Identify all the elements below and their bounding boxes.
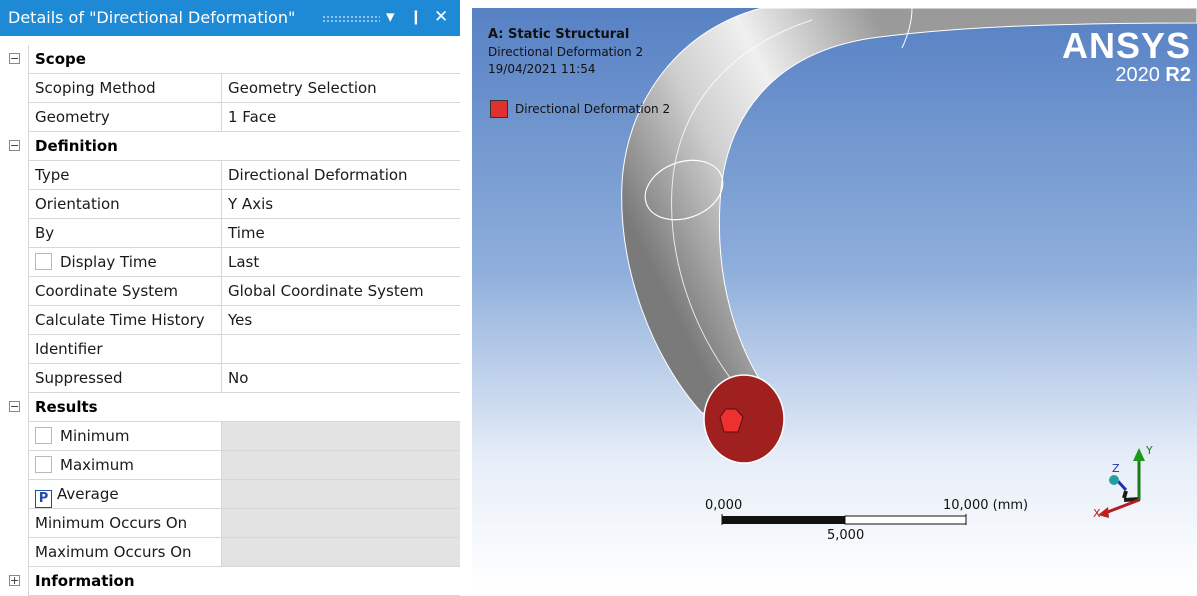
property-name: Suppressed: [29, 364, 222, 393]
property-row-coordinate-system[interactable]: Coordinate System Global Coordinate Syst…: [0, 277, 460, 306]
graphics-viewport[interactable]: A: Static Structural Directional Deforma…: [472, 8, 1197, 589]
face-marker-icon: [719, 408, 744, 433]
parameter-checkbox[interactable]: [35, 253, 52, 270]
property-name: Minimum Occurs On: [29, 509, 222, 538]
property-row-average[interactable]: P Average: [0, 480, 460, 509]
analysis-title: A: Static Structural: [488, 27, 630, 42]
parameter-checkbox[interactable]: [35, 427, 52, 444]
property-row-suppressed[interactable]: Suppressed No: [0, 364, 460, 393]
property-row-maximum-occurs-on[interactable]: Maximum Occurs On: [0, 538, 460, 567]
legend-swatch: [490, 100, 508, 118]
triad-z-label: Z: [1112, 462, 1120, 475]
coordinate-triad-icon[interactable]: [1098, 448, 1145, 518]
category-label: Scope: [29, 45, 460, 74]
ansys-logo: ANSYS 2020 R2: [1061, 25, 1191, 87]
details-panel: Details of "Directional Deformation" ▾ ❙…: [0, 0, 460, 596]
property-value[interactable]: Time: [222, 219, 460, 248]
collapse-icon[interactable]: −: [9, 401, 20, 412]
property-row-minimum[interactable]: Minimum: [0, 422, 460, 451]
model-view[interactable]: [472, 8, 1197, 589]
panel-drag-grip[interactable]: [322, 15, 380, 22]
scale-bar: [721, 514, 967, 525]
category-label: Definition: [29, 132, 460, 161]
property-name: Average: [57, 485, 119, 503]
triad-x-label: X: [1093, 507, 1101, 520]
property-row-scoping-method[interactable]: Scoping Method Geometry Selection: [0, 74, 460, 103]
triad-y-label: Y: [1146, 444, 1153, 457]
property-value: [222, 538, 460, 567]
property-row-orientation[interactable]: Orientation Y Axis: [0, 190, 460, 219]
property-value[interactable]: No: [222, 364, 460, 393]
property-row-type[interactable]: Type Directional Deformation: [0, 161, 460, 190]
property-row-display-time[interactable]: Display Time Last: [0, 248, 460, 277]
property-value: [222, 451, 460, 480]
property-name: Type: [29, 161, 222, 190]
version-year: 2020: [1115, 64, 1160, 86]
scale-label-mid: 5,000: [827, 528, 865, 543]
property-value[interactable]: Directional Deformation: [222, 161, 460, 190]
property-name: Orientation: [29, 190, 222, 219]
parameter-checkbox[interactable]: [35, 456, 52, 473]
property-row-by[interactable]: By Time: [0, 219, 460, 248]
property-value[interactable]: Global Coordinate System: [222, 277, 460, 306]
property-value[interactable]: Geometry Selection: [222, 74, 460, 103]
expand-icon[interactable]: +: [9, 575, 20, 586]
legend-label: Directional Deformation 2: [515, 102, 671, 116]
property-row-maximum[interactable]: Maximum: [0, 451, 460, 480]
property-row-calculate-time-history[interactable]: Calculate Time History Yes: [0, 306, 460, 335]
timestamp: 19/04/2021 11:54: [488, 62, 596, 76]
category-label: Information: [29, 567, 460, 596]
property-value[interactable]: Yes: [222, 306, 460, 335]
category-scope[interactable]: − Scope: [0, 45, 460, 74]
version-release: R2: [1165, 64, 1191, 86]
property-name: Minimum: [60, 427, 130, 445]
panel-title: Details of "Directional Deformation": [8, 8, 296, 27]
panel-titlebar[interactable]: Details of "Directional Deformation" ▾ ❙…: [0, 0, 460, 36]
property-name: Scoping Method: [29, 74, 222, 103]
close-icon[interactable]: ✕: [434, 6, 448, 28]
collapse-icon[interactable]: −: [9, 140, 20, 151]
property-row-identifier[interactable]: Identifier: [0, 335, 460, 364]
property-row-geometry[interactable]: Geometry 1 Face: [0, 103, 460, 132]
scale-label-start: 0,000: [705, 498, 743, 513]
brand-wordmark: ANSYS: [1061, 25, 1191, 66]
property-name: Geometry: [29, 103, 222, 132]
category-label: Results: [29, 393, 460, 422]
dropdown-arrow-icon[interactable]: ▾: [386, 6, 395, 28]
category-information[interactable]: + Information: [0, 567, 460, 596]
parameter-p-icon[interactable]: P: [35, 490, 52, 508]
property-value[interactable]: 1 Face: [222, 103, 460, 132]
property-name: By: [29, 219, 222, 248]
property-name: Identifier: [29, 335, 222, 364]
property-value: [222, 422, 460, 451]
property-name: Maximum: [60, 456, 134, 474]
scale-label-end: 10,000 (mm): [943, 498, 1029, 513]
category-results[interactable]: − Results: [0, 393, 460, 422]
property-name: Display Time: [60, 253, 157, 271]
selected-face[interactable]: [703, 374, 785, 464]
property-name: Maximum Occurs On: [29, 538, 222, 567]
property-value: [222, 509, 460, 538]
property-name: Coordinate System: [29, 277, 222, 306]
property-value[interactable]: Last: [222, 248, 460, 277]
property-value: [222, 480, 460, 509]
version-label: 2020 R2: [1062, 64, 1191, 86]
category-definition[interactable]: − Definition: [0, 132, 460, 161]
property-row-minimum-occurs-on[interactable]: Minimum Occurs On: [0, 509, 460, 538]
property-value[interactable]: Y Axis: [222, 190, 460, 219]
pin-icon[interactable]: ❙: [410, 6, 422, 28]
result-name: Directional Deformation 2: [488, 45, 644, 59]
property-name: Calculate Time History: [29, 306, 222, 335]
details-grid: − Scope Scoping Method Geometry Selectio…: [0, 45, 460, 596]
property-value[interactable]: [222, 335, 460, 364]
collapse-icon[interactable]: −: [9, 53, 20, 64]
